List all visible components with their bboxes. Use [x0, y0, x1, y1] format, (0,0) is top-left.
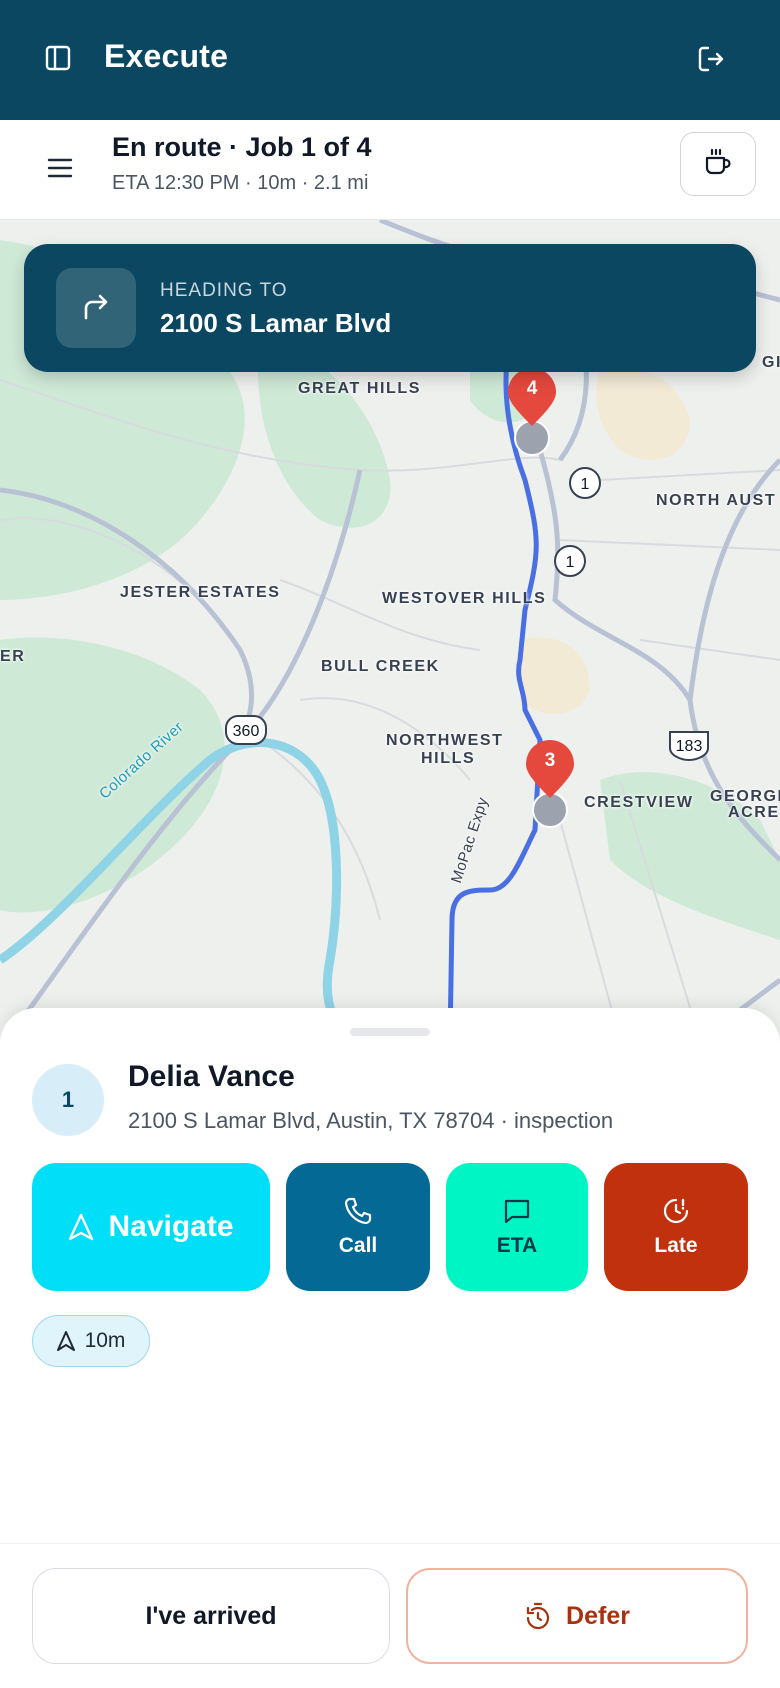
- map-label-crestview: CRESTVIEW: [584, 794, 694, 811]
- map-label-acres: ACRE: [728, 804, 780, 821]
- road-shield-1-south: 1: [554, 545, 586, 577]
- customer-name: Delia Vance: [128, 1060, 295, 1093]
- map-label-hills: HILLS: [421, 750, 476, 767]
- map-label-westover-hills: WESTOVER HILLS: [382, 590, 547, 607]
- map-label-edge-left: ER: [0, 648, 26, 665]
- map-label-jester-estates: JESTER ESTATES: [120, 584, 281, 601]
- break-button[interactable]: [680, 132, 756, 196]
- menu-icon[interactable]: [46, 154, 74, 182]
- navigate-label: Navigate: [108, 1210, 234, 1243]
- route-status-title: En route · Job 1 of 4: [112, 132, 372, 162]
- route-status-header: En route · Job 1 of 4 ETA 12:30 PM · 10m…: [0, 120, 780, 220]
- map-marker-label: 3: [544, 750, 556, 771]
- map-marker-stop-3[interactable]: 3: [522, 740, 578, 830]
- defer-label: Defer: [566, 1601, 630, 1630]
- heading-to-card: HEADING TO 2100 S Lamar Blvd: [24, 244, 756, 372]
- map-label-edge-right: GI: [762, 354, 780, 371]
- app-bar: Execute: [0, 0, 780, 120]
- route-status-subtitle: ETA 12:30 PM · 10m · 2.1 mi: [112, 172, 369, 194]
- map-marker-stop-4[interactable]: 4: [504, 368, 560, 458]
- footer-actions: I've arrived Defer: [0, 1543, 780, 1688]
- logout-icon[interactable]: [696, 44, 726, 74]
- svg-text:1: 1: [581, 476, 590, 493]
- navigation-arrow-icon: [68, 1213, 94, 1241]
- road-shield-183: 183: [669, 731, 709, 762]
- heading-kicker: HEADING TO: [160, 280, 288, 301]
- late-label: Late: [654, 1234, 698, 1257]
- drive-time-label: 10m: [84, 1329, 126, 1352]
- eta-label: ETA: [496, 1234, 538, 1257]
- map-label-northwest: NORTHWEST: [386, 732, 504, 749]
- navigate-button[interactable]: Navigate: [32, 1163, 270, 1291]
- customer-address: 2100 S Lamar Blvd, Austin, TX 78704 · in…: [128, 1108, 614, 1133]
- timer-reset-icon: [524, 1602, 552, 1630]
- message-icon: [502, 1196, 532, 1226]
- road-shield-360: 360: [225, 715, 267, 745]
- turn-indicator: [56, 268, 136, 348]
- running-late-button[interactable]: Late: [604, 1163, 748, 1291]
- map-label-bull-creek: BULL CREEK: [321, 658, 440, 675]
- sidebar-toggle-icon[interactable]: [44, 44, 72, 72]
- coffee-icon: [702, 146, 734, 183]
- sheet-drag-handle[interactable]: [350, 1028, 430, 1036]
- stop-sequence-badge: 1: [32, 1064, 104, 1136]
- svg-text:183: 183: [676, 738, 703, 755]
- call-button[interactable]: Call: [286, 1163, 430, 1291]
- turn-right-icon: [78, 288, 114, 329]
- clock-alert-icon: [661, 1196, 691, 1226]
- heading-address: 2100 S Lamar Blvd: [160, 308, 392, 338]
- call-label: Call: [338, 1234, 378, 1257]
- defer-button[interactable]: Defer: [406, 1568, 748, 1664]
- map-label-great-hills: GREAT HILLS: [298, 380, 422, 397]
- map-label-north-austin: NORTH AUST: [656, 492, 777, 509]
- send-eta-button[interactable]: ETA: [446, 1163, 588, 1291]
- phone-icon: [343, 1196, 373, 1226]
- svg-text:360: 360: [233, 723, 260, 740]
- navigation-arrow-icon: [56, 1331, 75, 1351]
- svg-text:1: 1: [566, 554, 575, 571]
- map-marker-label: 4: [526, 378, 538, 399]
- arrived-button[interactable]: I've arrived: [32, 1568, 390, 1664]
- drive-time-chip: 10m: [32, 1315, 150, 1367]
- app-title: Execute: [104, 38, 229, 74]
- road-shield-1-north: 1: [569, 467, 601, 499]
